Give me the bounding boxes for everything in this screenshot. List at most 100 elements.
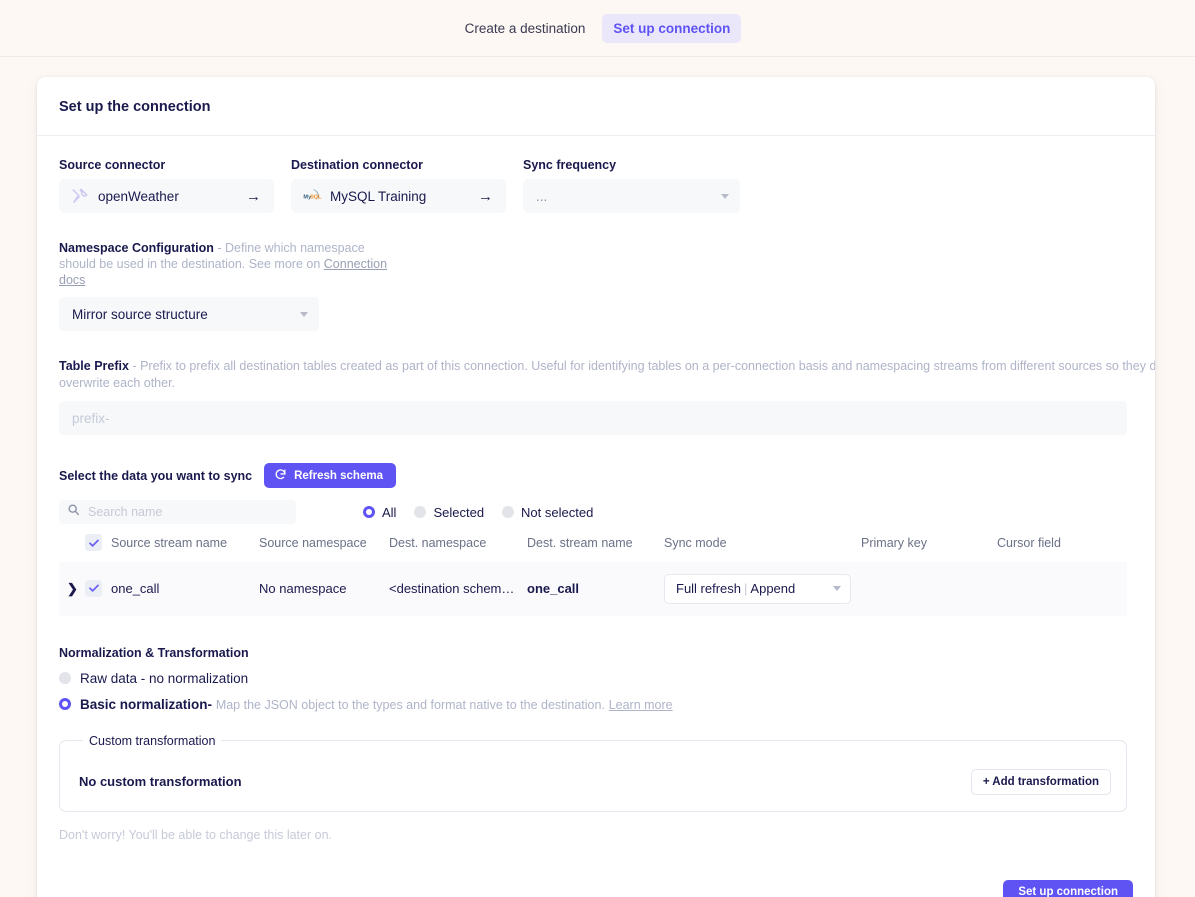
filter-selected-label: Selected xyxy=(433,504,485,520)
cell-sync-mode: Full refresh | Append xyxy=(664,562,861,616)
step-set-up-connection[interactable]: Set up connection xyxy=(602,13,742,43)
radio-selected-icon xyxy=(414,506,427,518)
radio-all-icon xyxy=(363,506,375,518)
sync-frequency-select[interactable]: ... xyxy=(523,179,740,213)
column-dest-stream-name: Dest. stream name xyxy=(527,535,633,550)
learn-more-link[interactable]: Learn more xyxy=(609,698,673,712)
chevron-right-icon[interactable]: ❯ xyxy=(59,581,78,597)
radio-basic-normalization-icon xyxy=(59,698,71,710)
step-create-destination[interactable]: Create a destination xyxy=(454,14,597,43)
setup-connection-card: Set up the connection Source connector o… xyxy=(37,77,1155,897)
source-connector-pill[interactable]: openWeather → xyxy=(59,179,274,213)
sync-mode-separator: | xyxy=(744,581,748,596)
chevron-down-icon-3 xyxy=(833,586,841,591)
stream-filter-radios: All Selected Not selected xyxy=(363,505,593,520)
refresh-schema-button[interactable]: Refresh schema xyxy=(264,463,396,488)
column-primary-key: Primary key xyxy=(861,535,927,550)
mysql-icon: My SQL xyxy=(303,187,322,205)
custom-transformation-legend: Custom transformation xyxy=(89,733,216,748)
row-checkbox[interactable] xyxy=(85,579,102,597)
cell-cursor-field[interactable] xyxy=(997,562,1127,616)
filter-not-selected-label: Not selected xyxy=(521,504,594,520)
refresh-icon xyxy=(274,468,287,484)
destination-connector-pill[interactable]: My SQL MySQL Training → xyxy=(291,179,506,213)
chevron-down-icon-2 xyxy=(300,311,308,317)
step-breadcrumb: Create a destination Set up connection xyxy=(0,0,1195,57)
chevron-down-icon xyxy=(721,193,729,199)
normalization-basic-dash: - xyxy=(207,696,213,712)
arrow-right-icon: → xyxy=(246,187,261,205)
card-body: Source connector openWeather → Destinati… xyxy=(37,136,1155,897)
table-prefix-dash: - xyxy=(132,359,137,373)
connector-row: Source connector openWeather → Destinati… xyxy=(59,158,1133,213)
destination-connector-group: Destination connector My SQL MySQL Train… xyxy=(291,158,506,213)
header-checkbox-cell xyxy=(85,534,111,562)
page-title: Set up the connection xyxy=(59,99,211,115)
sync-mode-right: Append xyxy=(750,581,796,596)
cell-primary-key[interactable] xyxy=(861,562,997,616)
namespace-configuration-group: Namespace Configuration - Define which n… xyxy=(59,240,1133,331)
sync-frequency-label: Sync frequency xyxy=(523,158,617,172)
custom-transformation-empty-text: No custom transformation xyxy=(79,774,242,789)
column-sync-mode: Sync mode xyxy=(664,535,727,550)
custom-transformation-row: No custom transformation + Add transform… xyxy=(79,762,1111,795)
schema-table-header: Source stream name Source namespace Dest… xyxy=(59,534,1127,562)
table-prefix-description-text: Prefix to prefix all destination tables … xyxy=(59,359,1155,390)
filter-all-label: All xyxy=(382,504,397,520)
sync-mode-left: Full refresh xyxy=(676,581,742,596)
footnote: Don't worry! You'll be able to change th… xyxy=(59,827,332,842)
sync-section-title: Select the data you want to sync xyxy=(59,468,253,483)
search-box[interactable] xyxy=(59,500,296,524)
select-all-checkbox[interactable] xyxy=(85,534,102,551)
filter-selected[interactable]: Selected xyxy=(414,505,484,520)
svg-text:SQL: SQL xyxy=(310,194,322,200)
normalization-option-basic[interactable]: Basic normalization- Map the JSON object… xyxy=(59,697,1133,712)
refresh-schema-label: Refresh schema xyxy=(294,469,383,482)
destination-connector-label: Destination connector xyxy=(291,158,423,172)
table-prefix-title: Table Prefix xyxy=(59,359,129,373)
row-checkbox-cell xyxy=(85,562,111,616)
header-spacer xyxy=(59,534,85,562)
filter-not-selected[interactable]: Not selected xyxy=(502,505,593,520)
normalization-option-raw[interactable]: Raw data - no normalization xyxy=(59,671,1133,686)
card-header: Set up the connection xyxy=(37,77,1155,136)
schema-table-body: ❯ one_call No namespace <destination sch… xyxy=(59,561,1127,616)
cell-dest-stream-name: one_call xyxy=(527,581,580,596)
source-connector-group: Source connector openWeather → xyxy=(59,158,274,213)
custom-transformation-panel: Custom transformation No custom transfor… xyxy=(59,733,1127,812)
column-cursor-field: Cursor field xyxy=(997,535,1061,550)
source-connector-label: Source connector xyxy=(59,158,166,172)
column-dest-namespace: Dest. namespace xyxy=(389,535,487,550)
sync-frequency-value: ... xyxy=(536,188,548,204)
add-transformation-button[interactable]: + Add transformation xyxy=(970,768,1111,795)
source-connector-name: openWeather xyxy=(98,188,179,204)
cell-dest-namespace: <destination schem… xyxy=(389,581,515,596)
sync-mode-select[interactable]: Full refresh | Append xyxy=(664,573,851,604)
submit-row: Set up connection xyxy=(59,879,1133,897)
namespace-title: Namespace Configuration xyxy=(59,241,214,255)
table-row: ❯ one_call No namespace <destination sch… xyxy=(59,561,1127,616)
radio-raw-data-icon xyxy=(59,672,71,684)
normalization-basic-text: Basic normalization- Map the JSON object… xyxy=(80,697,673,712)
schema-table: Source stream name Source namespace Dest… xyxy=(59,534,1127,616)
row-expander-cell: ❯ xyxy=(59,562,85,616)
cell-source-namespace: No namespace xyxy=(259,581,347,596)
search-input[interactable] xyxy=(86,504,288,520)
tools-icon xyxy=(71,187,89,205)
normalization-raw-label: Raw data - no normalization xyxy=(80,670,249,686)
namespace-format-value: Mirror source structure xyxy=(72,306,208,322)
destination-connector-name: MySQL Training xyxy=(330,188,427,204)
normalization-title: Normalization & Transformation xyxy=(59,645,249,660)
arrow-right-icon-2: → xyxy=(478,187,493,205)
normalization-basic-hint: Map the JSON object to the types and for… xyxy=(215,697,605,712)
table-prefix-input[interactable] xyxy=(59,401,1127,435)
normalization-basic-label: Basic normalization xyxy=(80,696,208,712)
filter-all[interactable]: All xyxy=(363,505,396,520)
radio-not-selected-icon xyxy=(502,506,515,518)
namespace-description: Namespace Configuration - Define which n… xyxy=(59,240,389,288)
set-up-connection-button[interactable]: Set up connection xyxy=(1003,879,1133,897)
namespace-format-select[interactable]: Mirror source structure xyxy=(59,297,319,331)
namespace-dash: - xyxy=(217,241,222,255)
sync-frequency-group: Sync frequency ... xyxy=(523,158,740,213)
search-icon xyxy=(67,503,80,521)
